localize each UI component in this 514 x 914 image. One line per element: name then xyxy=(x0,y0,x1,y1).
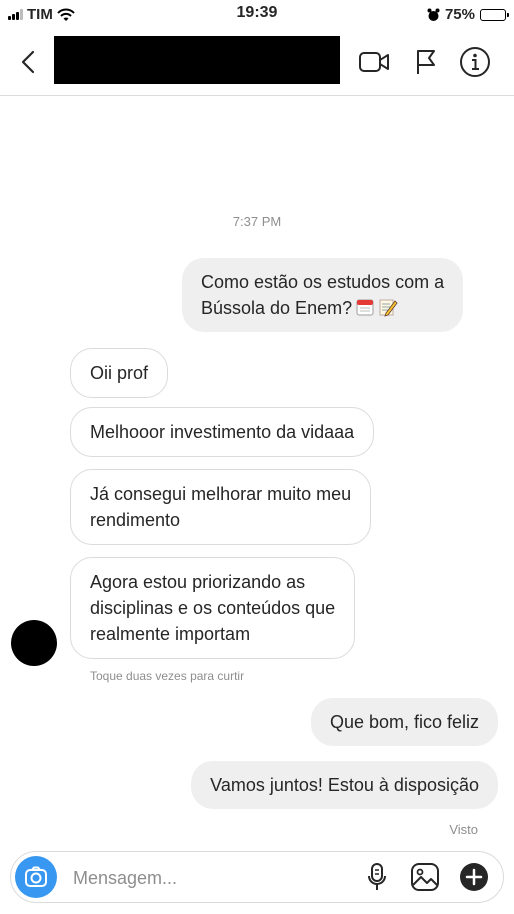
double-tap-hint: Toque duas vezes para curtir xyxy=(90,669,245,683)
flag-icon xyxy=(417,50,435,74)
message-line: realmente importam xyxy=(90,624,251,644)
info-button[interactable] xyxy=(458,45,492,79)
gallery-button[interactable] xyxy=(409,861,441,893)
info-icon xyxy=(460,47,490,77)
microphone-icon xyxy=(368,863,386,890)
outgoing-message[interactable]: Que bom, fico feliz xyxy=(310,698,498,746)
battery-icon xyxy=(480,8,509,21)
voice-message-button[interactable] xyxy=(361,861,393,893)
redacted-contact-name xyxy=(54,36,340,84)
message-line: Como estão os estudos com a xyxy=(201,272,445,292)
memo-icon xyxy=(379,299,398,317)
incoming-message[interactable]: Oii prof xyxy=(70,348,169,398)
battery-group: 75% xyxy=(427,6,509,23)
avatar[interactable] xyxy=(11,620,57,666)
message-line: Agora estou priorizando as xyxy=(90,572,306,592)
video-call-button[interactable] xyxy=(357,45,391,79)
incoming-message[interactable]: Já consegui melhorar muito meu rendiment… xyxy=(70,469,372,545)
outgoing-message[interactable]: Como estão os estudos com a Bússola do E… xyxy=(182,258,464,332)
incoming-message[interactable]: Agora estou priorizando as disciplinas e… xyxy=(70,557,356,659)
incoming-message[interactable]: Melhooor investimento da vidaaa xyxy=(70,407,375,457)
message-input[interactable] xyxy=(73,866,343,890)
status-bar: TIM 19:39 75% xyxy=(0,0,514,30)
message-line: Bússola do Enem? xyxy=(201,298,353,318)
message-composer xyxy=(10,851,504,903)
seen-status: Visto xyxy=(449,822,478,837)
plus-icon xyxy=(460,863,488,891)
back-icon xyxy=(21,50,35,74)
gallery-icon xyxy=(411,863,439,891)
chat-header xyxy=(0,30,514,96)
message-line: Já consegui melhorar muito meu xyxy=(90,484,352,504)
camera-button[interactable] xyxy=(15,856,57,898)
message-line: Oii prof xyxy=(90,363,149,383)
more-options-button[interactable] xyxy=(458,861,490,893)
alarm-icon xyxy=(427,8,440,21)
calendar-icon xyxy=(356,299,374,316)
video-call-icon xyxy=(359,52,389,72)
message-line: Vamos juntos! Estou à disposição xyxy=(210,775,479,795)
back-button[interactable] xyxy=(14,47,42,77)
message-line: disciplinas e os conteúdos que xyxy=(90,598,336,618)
battery-percent: 75% xyxy=(444,6,475,23)
camera-icon xyxy=(25,866,47,887)
message-line: Melhooor investimento da vidaaa xyxy=(90,422,355,442)
report-button[interactable] xyxy=(409,45,443,79)
message-line: rendimento xyxy=(90,510,181,530)
message-line: Que bom, fico feliz xyxy=(329,712,479,732)
message-timestamp: 7:37 PM xyxy=(232,214,282,229)
outgoing-message[interactable]: Vamos juntos! Estou à disposição xyxy=(191,761,498,809)
